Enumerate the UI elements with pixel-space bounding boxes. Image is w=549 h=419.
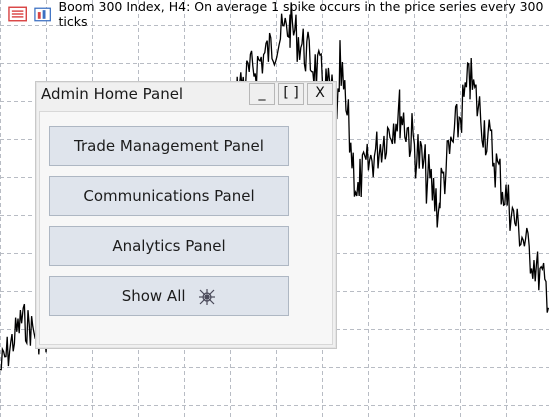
chart-info-bar: Boom 300 Index, H4: On average 1 spike o… <box>0 0 549 29</box>
button-label: Communications Panel <box>83 187 255 205</box>
panel-title: Admin Home Panel <box>41 85 184 103</box>
show-all-button[interactable]: Show All <box>49 276 289 316</box>
chart-title: Boom 300 Index, H4: On average 1 spike o… <box>58 0 544 29</box>
communications-panel-button[interactable]: Communications Panel <box>49 176 289 216</box>
button-label: Show All <box>121 287 186 305</box>
trade-management-panel-button[interactable]: Trade Management Panel <box>49 126 289 166</box>
analytics-panel-button[interactable]: Analytics Panel <box>49 226 289 266</box>
show-all-icon <box>199 288 216 305</box>
admin-home-panel: Admin Home Panel _ [ ] X Trade Managemen… <box>35 81 337 349</box>
maximize-button[interactable]: [ ] <box>278 83 304 105</box>
close-button[interactable]: X <box>307 83 333 105</box>
button-label: Trade Management Panel <box>74 137 264 155</box>
button-label: Analytics Panel <box>112 237 226 255</box>
panel-body: Trade Management Panel Communications Pa… <box>39 111 333 345</box>
panel-header[interactable]: Admin Home Panel _ [ ] X <box>36 82 336 106</box>
chart-icon[interactable] <box>33 6 52 22</box>
list-icon[interactable] <box>8 6 28 22</box>
minimize-button[interactable]: _ <box>249 83 275 105</box>
